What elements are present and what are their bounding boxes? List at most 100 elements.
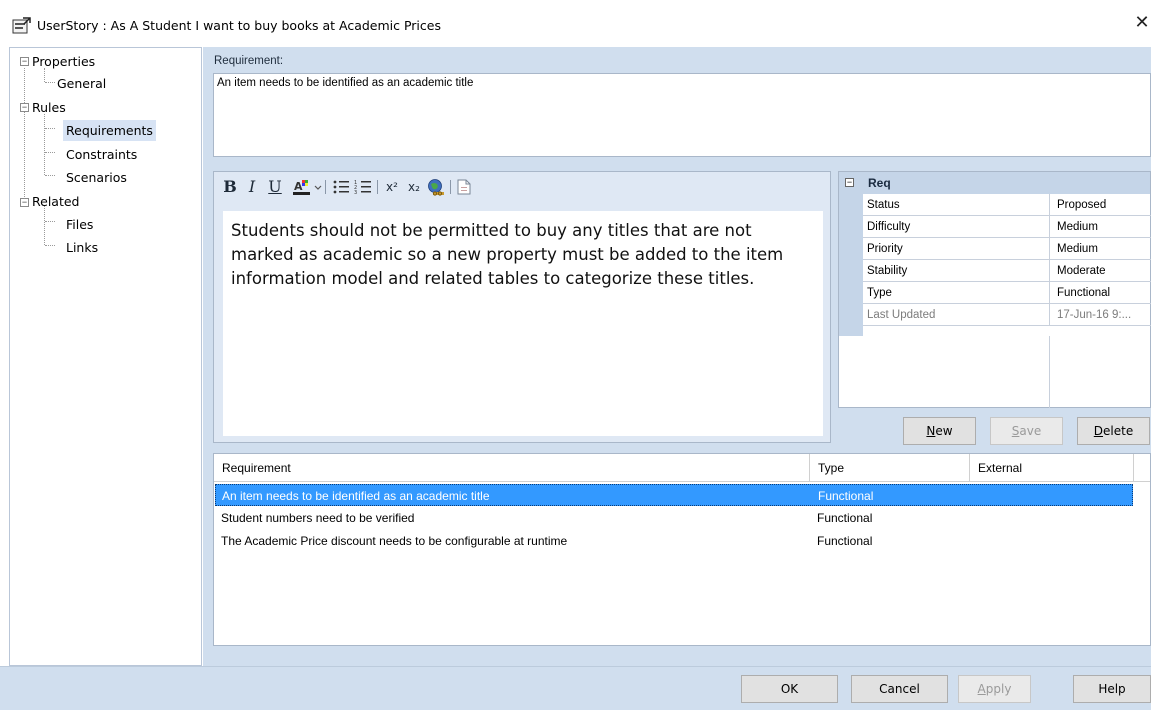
property-group-header: − Req xyxy=(839,172,1150,194)
property-key: Priority xyxy=(867,243,903,255)
property-row-last-updated: Last Updated 17-Jun-16 9:... xyxy=(863,304,1151,326)
property-value[interactable]: Moderate xyxy=(1057,260,1106,282)
table-row[interactable]: Student numbers need to be verified Func… xyxy=(215,507,1133,529)
list-header: Requirement Type External xyxy=(214,454,1150,482)
requirement-label: Requirement: xyxy=(214,55,284,67)
property-key: Last Updated xyxy=(867,309,936,321)
tree-connector xyxy=(45,175,55,176)
svg-text:A: A xyxy=(294,180,303,193)
new-button[interactable]: New xyxy=(903,417,976,445)
superscript-button[interactable]: x² xyxy=(383,178,401,196)
text-color-icon[interactable]: A xyxy=(292,178,312,196)
tree-connector xyxy=(45,128,55,129)
svg-text:3: 3 xyxy=(354,190,357,196)
row-requirement: An item needs to be identified as an aca… xyxy=(222,489,490,503)
accelerator-key: A xyxy=(977,682,986,696)
tree-connector xyxy=(24,68,25,207)
property-row-priority[interactable]: Priority Medium xyxy=(863,238,1151,260)
column-header-requirement[interactable]: Requirement xyxy=(214,454,810,482)
apply-button[interactable]: Apply xyxy=(958,675,1031,703)
app-icon xyxy=(12,17,31,34)
cancel-button[interactable]: Cancel xyxy=(851,675,948,703)
table-row[interactable]: The Academic Price discount needs to be … xyxy=(215,530,1133,552)
toolbar-separator xyxy=(377,180,378,194)
row-type: Functional xyxy=(817,534,873,548)
row-requirement: The Academic Price discount needs to be … xyxy=(221,534,568,548)
property-row-type[interactable]: Type Functional xyxy=(863,282,1151,304)
chevron-down-icon[interactable] xyxy=(314,178,322,196)
tree-connector xyxy=(44,114,45,175)
numbered-list-icon[interactable]: 1 2 3 xyxy=(354,178,372,196)
requirements-list: Requirement Type External An item needs … xyxy=(213,453,1151,646)
tree-item-properties[interactable]: Properties xyxy=(32,51,95,72)
property-group-title: Req xyxy=(868,176,891,190)
accelerator-key: D xyxy=(1093,424,1104,438)
tree-item-related[interactable]: Related xyxy=(32,191,79,212)
collapse-icon[interactable]: − xyxy=(845,178,854,187)
column-header-type[interactable]: Type xyxy=(810,454,970,482)
tree-item-general[interactable]: General xyxy=(57,73,106,94)
delete-button[interactable]: Delete xyxy=(1077,417,1150,445)
property-key: Type xyxy=(867,287,892,299)
column-divider xyxy=(1049,304,1050,326)
tree-item-rules[interactable]: Rules xyxy=(32,97,66,118)
requirement-field[interactable]: An item needs to be identified as an aca… xyxy=(213,73,1151,157)
notes-editor: B I U A 1 2 3 x² x₂ Students should not … xyxy=(213,171,831,443)
column-divider xyxy=(1049,260,1050,282)
hyperlink-globe-icon[interactable] xyxy=(426,178,446,196)
window-title: UserStory : As A Student I want to buy b… xyxy=(37,18,441,33)
button-label: pply xyxy=(985,682,1012,696)
tree-item-requirements[interactable]: Requirements xyxy=(63,120,156,141)
property-row-difficulty[interactable]: Difficulty Medium xyxy=(863,216,1151,238)
property-value[interactable]: Medium xyxy=(1057,238,1098,260)
property-value[interactable]: Functional xyxy=(1057,282,1110,304)
property-row-stability[interactable]: Stability Moderate xyxy=(863,260,1151,282)
table-row[interactable]: An item needs to be identified as an aca… xyxy=(215,484,1133,506)
collapse-icon[interactable]: − xyxy=(20,198,29,207)
collapse-icon[interactable]: − xyxy=(20,103,29,112)
button-label: elete xyxy=(1103,424,1134,438)
toolbar-separator xyxy=(325,180,326,194)
toolbar-separator xyxy=(450,180,451,194)
property-value[interactable]: Medium xyxy=(1057,216,1098,238)
property-key: Difficulty xyxy=(867,221,911,233)
navigation-tree: − Properties General − Rules Requirement… xyxy=(9,47,202,666)
close-icon[interactable]: ✕ xyxy=(1133,12,1151,34)
collapse-icon[interactable]: − xyxy=(20,57,29,66)
button-label: ew xyxy=(935,424,953,438)
column-divider xyxy=(1049,336,1050,408)
help-button[interactable]: Help xyxy=(1073,675,1151,703)
tree-connector xyxy=(45,82,55,83)
property-value[interactable]: Proposed xyxy=(1057,194,1106,216)
property-value: 17-Jun-16 9:... xyxy=(1057,309,1132,321)
property-key: Status xyxy=(867,199,900,211)
bold-button[interactable]: B xyxy=(223,178,237,196)
notes-text-area[interactable]: Students should not be permitted to buy … xyxy=(223,211,823,436)
row-type: Functional xyxy=(818,489,874,503)
property-gutter xyxy=(839,194,863,336)
italic-button[interactable]: I xyxy=(246,178,258,196)
ok-button[interactable]: OK xyxy=(741,675,838,703)
bullet-list-icon[interactable] xyxy=(332,178,350,196)
tree-item-scenarios[interactable]: Scenarios xyxy=(66,167,127,188)
column-header-external[interactable]: External xyxy=(970,454,1134,482)
column-divider xyxy=(1049,216,1050,238)
requirement-properties-grid: − Req Status Proposed Difficulty Medium … xyxy=(838,171,1151,408)
column-divider xyxy=(1049,194,1050,216)
tree-item-files[interactable]: Files xyxy=(66,214,93,235)
column-divider xyxy=(1049,282,1050,304)
row-requirement: Student numbers need to be verified xyxy=(221,511,415,525)
tree-item-links[interactable]: Links xyxy=(66,237,98,258)
save-button[interactable]: Save xyxy=(990,417,1063,445)
column-divider xyxy=(1049,238,1050,260)
tree-connector xyxy=(45,152,55,153)
property-key: Stability xyxy=(867,265,908,277)
underline-button[interactable]: U xyxy=(267,178,283,196)
document-icon[interactable] xyxy=(456,178,472,196)
title-bar: UserStory : As A Student I want to buy b… xyxy=(0,0,1151,44)
tree-connector xyxy=(45,221,55,222)
subscript-button[interactable]: x₂ xyxy=(405,178,423,196)
tree-item-constraints[interactable]: Constraints xyxy=(66,144,137,165)
property-row-status[interactable]: Status Proposed xyxy=(863,194,1151,216)
tree-connector xyxy=(45,245,55,246)
